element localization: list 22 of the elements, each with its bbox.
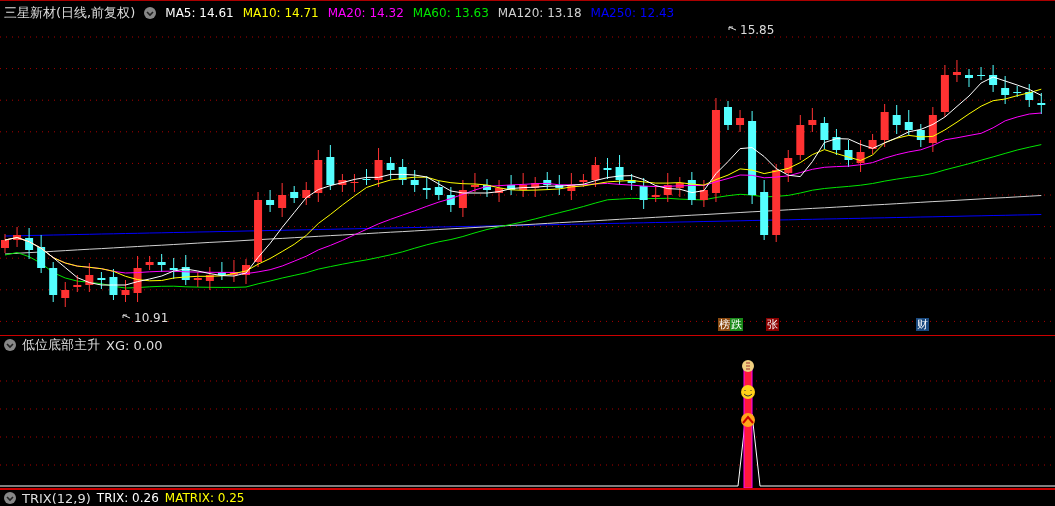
legend-value: MA20: 14.32 xyxy=(327,5,404,20)
chart-title: 三星新材(日线,前复权) xyxy=(4,3,136,22)
legend-value: MA60: 13.63 xyxy=(412,5,489,20)
up-chevron-icon xyxy=(741,413,755,427)
legend-value: TRIX: 0.26 xyxy=(96,491,159,505)
legend-value: MA10: 14.71 xyxy=(242,5,319,20)
dropdown-icon[interactable] xyxy=(4,492,16,504)
dropdown-icon[interactable] xyxy=(144,6,157,19)
dropdown-icon[interactable] xyxy=(4,339,16,351)
legend-value: MATRIX: 0.25 xyxy=(164,491,245,505)
event-marker: 跌 xyxy=(730,318,743,331)
price-label: 10.91 xyxy=(122,311,169,325)
legend-value: MA250: 12.43 xyxy=(590,5,675,20)
smiley-icon xyxy=(741,385,755,399)
legend-value: MA120: 13.18 xyxy=(497,5,582,20)
event-marker: 张 xyxy=(766,318,779,331)
event-marker: 财 xyxy=(916,318,929,331)
indicator-title: 低位底部主升 xyxy=(22,336,100,354)
indicator-value: XG: 0.00 xyxy=(106,337,163,353)
legend-value: MA5: 14.61 xyxy=(165,5,234,20)
price-label: 15.85 xyxy=(728,24,775,37)
indicator-title: TRIX(12,9) xyxy=(22,490,91,506)
